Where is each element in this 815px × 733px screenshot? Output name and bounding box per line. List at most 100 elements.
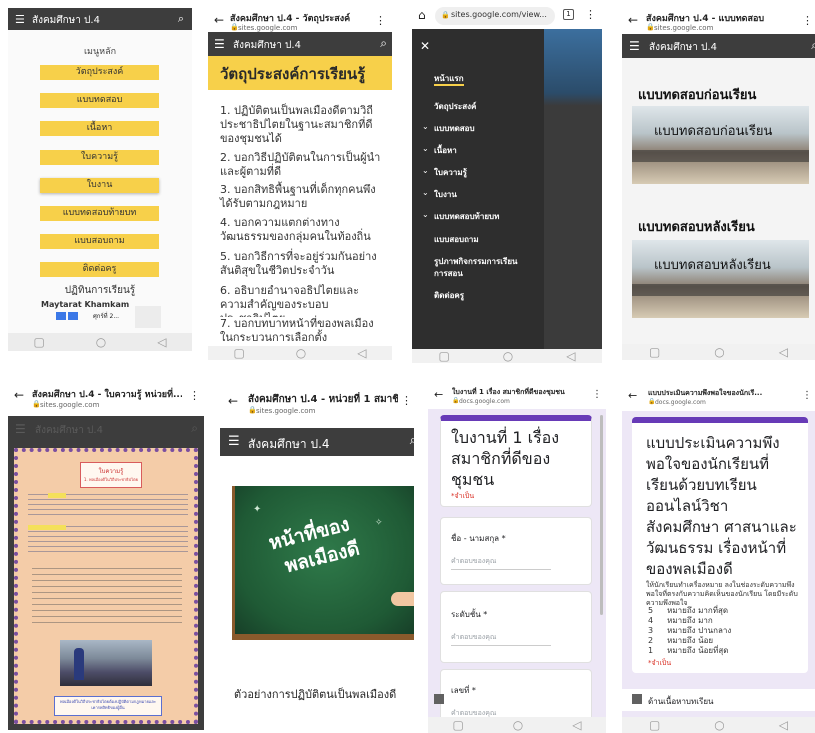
home-icon[interactable]: ⌂ [418, 8, 426, 22]
calendar-prev-button[interactable] [56, 312, 66, 320]
hamburger-icon[interactable]: ☰ [629, 39, 640, 53]
more-vert-icon[interactable]: ⋮ [585, 8, 596, 21]
nav-home-icon[interactable]: ○ [714, 346, 724, 358]
more-vert-icon[interactable]: ⋮ [802, 14, 813, 27]
chevron-down-icon[interactable]: ⌄ [422, 210, 429, 219]
nav-home-icon[interactable]: ○ [503, 350, 513, 362]
chevron-down-icon[interactable]: ⌄ [422, 188, 429, 197]
calendar-next-button[interactable] [68, 312, 78, 320]
nav-square-icon[interactable]: ▢ [452, 719, 463, 731]
pretest-banner-image[interactable]: แบบทดสอบก่อนเรียน [632, 106, 809, 184]
site-title: สังคมศึกษา ป.4 [35, 425, 103, 436]
url-text: docs.google.com [655, 399, 706, 406]
decor-sparkle: ✧ [375, 518, 383, 528]
pointing-hand [391, 592, 414, 606]
drawer-item-activity-photos[interactable]: รูปภาพกิจกรรมการเรียนการสอน [434, 256, 526, 280]
question-card-name: ชื่อ - นามสกุล * คำตอบของคุณ [440, 517, 592, 585]
back-arrow-icon[interactable]: ← [628, 13, 638, 27]
back-arrow-icon[interactable]: ← [214, 13, 224, 27]
nav-home-icon[interactable]: ○ [296, 347, 306, 359]
scale-label: หมายถึง น้อยที่สุด [667, 646, 729, 655]
url-bar[interactable]: 🔒 sites.google.com/view... [435, 7, 555, 25]
site-header: ☰ สังคมศึกษา ป.4 ⌕ [622, 34, 815, 58]
posttest-heading: แบบทดสอบหลังเรียน [638, 220, 755, 235]
menu-button-test[interactable]: แบบทดสอบ [40, 93, 159, 108]
tab-count-button[interactable]: 1 [563, 9, 574, 20]
browser-toolbar: ← ใบงานที่ 1 เรื่อง สมาชิกที่ดีของชุมชน … [428, 385, 606, 409]
nav-back-icon[interactable]: ◁ [157, 336, 166, 348]
menu-button-contact[interactable]: ติดต่อครู [40, 262, 159, 277]
more-vert-icon[interactable]: ⋮ [802, 390, 812, 401]
section-badge-icon [632, 694, 642, 704]
chevron-down-icon[interactable]: ⌄ [422, 122, 429, 131]
name-input[interactable]: คำตอบของคุณ [451, 556, 551, 570]
doc-caption-box: พลเมืองดีในวิถีประชาธิปไตยต้องปฏิบัติตาม… [54, 696, 162, 716]
nav-back-icon[interactable]: ◁ [566, 350, 575, 362]
drawer-item-content[interactable]: เนื้อหา [434, 144, 457, 157]
nav-back-icon[interactable]: ◁ [357, 347, 366, 359]
hamburger-icon[interactable]: ☰ [15, 13, 25, 26]
form-title: ใบงานที่ 1 เรื่อง สมาชิกที่ดีของชุมชน [451, 428, 560, 489]
nav-square-icon[interactable]: ▢ [233, 347, 244, 359]
back-arrow-icon[interactable]: ← [628, 389, 637, 402]
knowledge-document[interactable]: ใบความรู้ 1. พลเมืองดีในวิถีประชาธิปไตย … [14, 448, 198, 724]
search-icon[interactable]: ⌕ [178, 12, 184, 26]
search-icon[interactable]: ⌕ [410, 433, 414, 448]
search-icon[interactable]: ⌕ [380, 36, 387, 51]
nav-back-icon[interactable]: ◁ [572, 719, 581, 731]
hamburger-icon[interactable]: ☰ [214, 37, 225, 51]
browser-toolbar: ← แบบประเมินความพึงพอใจของนักเรี... 🔒 do… [622, 385, 815, 411]
menu-button-survey[interactable]: แบบสอบถาม [40, 234, 159, 249]
grade-input[interactable]: คำตอบของคุณ [451, 632, 551, 646]
menu-button-knowledge-sheet[interactable]: ใบความรู้ [40, 150, 159, 165]
nav-back-icon[interactable]: ◁ [779, 719, 788, 731]
drawer-item-posttest[interactable]: แบบทดสอบท้ายบท [434, 210, 499, 223]
list-item: 2. บอกวิธีปฏิบัติตนในการเป็นผู้นำและผู้ต… [220, 151, 381, 178]
chevron-down-icon[interactable]: ⌄ [422, 144, 429, 153]
close-icon[interactable]: ✕ [420, 39, 430, 53]
drawer-item-objectives[interactable]: วัตถุประสงค์ [434, 100, 476, 113]
search-icon[interactable]: ⌕ [811, 38, 815, 53]
nav-square-icon[interactable]: ▢ [33, 336, 44, 348]
doc-subtitle: 1. พลเมืองดีในวิถีประชาธิปไตย [83, 477, 139, 482]
more-vert-icon[interactable]: ⋮ [401, 394, 412, 407]
search-icon[interactable]: ⌕ [191, 421, 198, 436]
back-arrow-icon[interactable]: ← [228, 394, 238, 408]
doc-title-box: ใบความรู้ 1. พลเมืองดีในวิถีประชาธิปไตย [80, 462, 142, 488]
drawer-item-survey[interactable]: แบบสอบถาม [434, 233, 479, 246]
menu-button-objectives[interactable]: วัตถุประสงค์ [40, 65, 159, 80]
menu-button-posttest[interactable]: แบบทดสอบท้ายบท [40, 206, 159, 221]
drawer-item-worksheet[interactable]: ใบงาน [434, 188, 457, 201]
lock-icon: 🔒 [441, 11, 450, 19]
hamburger-icon[interactable]: ☰ [15, 422, 26, 436]
screenshot-test-page: ← สังคมศึกษา ป.4 - แบบทดสอบ 🔒 sites.goog… [622, 8, 815, 360]
more-vert-icon[interactable]: ⋮ [189, 389, 200, 402]
chalkboard-image[interactable]: หน้าที่ของ พลเมืองดี ✦ ✧ [232, 486, 414, 640]
menu-button-content[interactable]: เนื้อหา [40, 121, 159, 136]
more-vert-icon[interactable]: ⋮ [592, 389, 602, 400]
hamburger-icon[interactable]: ☰ [228, 434, 240, 449]
android-nav-bar: ▢ ○ ◁ [8, 333, 192, 351]
nav-home-icon[interactable]: ○ [513, 719, 523, 731]
chevron-down-icon[interactable]: ⌄ [422, 166, 429, 175]
nav-back-icon[interactable]: ◁ [779, 346, 788, 358]
drawer-item-knowledge-sheet[interactable]: ใบความรู้ [434, 166, 467, 179]
drawer-item-test[interactable]: แบบทดสอบ [434, 122, 475, 135]
nav-square-icon[interactable]: ▢ [438, 350, 449, 362]
nav-home-icon[interactable]: ○ [714, 719, 724, 731]
posttest-banner-image[interactable]: แบบทดสอบหลังเรียน [632, 240, 809, 318]
more-vert-icon[interactable]: ⋮ [375, 14, 386, 27]
screenshot-side-menu: ⌂ 🔒 sites.google.com/view... 1 ⋮ ✕ หน้าแ… [412, 3, 602, 363]
back-arrow-icon[interactable]: ← [434, 388, 443, 401]
browser-toolbar: ← สังคมศึกษา ป.4 - ใบความรู้ หน่วยที่...… [8, 382, 204, 416]
menu-button-worksheet[interactable]: ใบงาน [40, 178, 159, 193]
back-arrow-icon[interactable]: ← [14, 388, 24, 402]
scrollbar[interactable] [600, 415, 603, 615]
decor-star: ✦ [253, 504, 262, 515]
nav-home-icon[interactable]: ○ [96, 336, 106, 348]
browser-toolbar: ⌂ 🔒 sites.google.com/view... 1 ⋮ [412, 3, 602, 29]
drawer-item-contact[interactable]: ติดต่อครู [434, 289, 464, 302]
nav-square-icon[interactable]: ▢ [649, 346, 660, 358]
tab-title: แบบประเมินความพึงพอใจของนักเรี... [648, 389, 763, 397]
nav-square-icon[interactable]: ▢ [649, 719, 660, 731]
